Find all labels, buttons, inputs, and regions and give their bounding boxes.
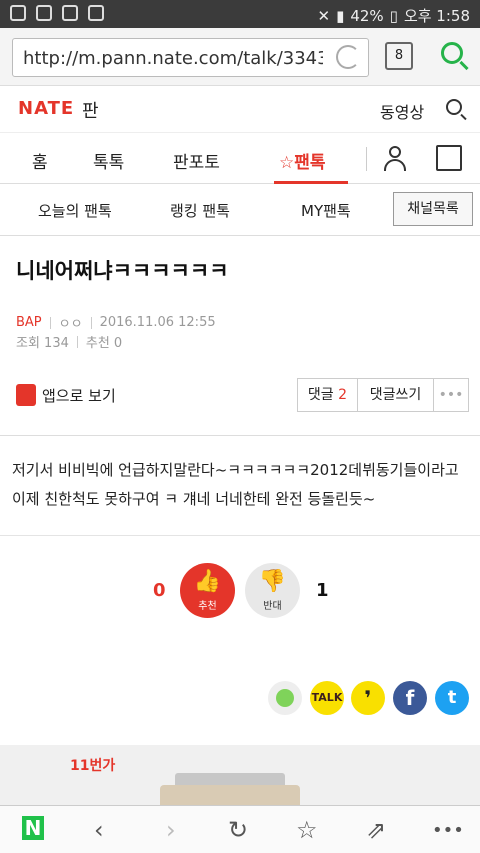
ad-banner[interactable]: 11번가 xyxy=(0,745,480,805)
divider xyxy=(76,335,78,348)
divider xyxy=(366,147,367,171)
browser-toolbar: http://m.pann.nate.com/talk/3343... 8 xyxy=(0,28,480,86)
like-button[interactable]: 👍 추천 xyxy=(180,563,235,618)
post-title: 니네어쩌냐ㅋㅋㅋㅋㅋㅋ xyxy=(16,259,229,283)
share-facebook-icon[interactable]: f xyxy=(393,681,427,715)
site-header: NATE 판 동영상 xyxy=(0,86,480,132)
comments-label: 댓글 xyxy=(307,387,334,403)
divider xyxy=(0,535,480,536)
tab-fantalk[interactable]: ☆팬톡 xyxy=(279,148,326,173)
clock: 오후 1:58 xyxy=(403,7,470,25)
recommend-count: 추천 0 xyxy=(85,336,123,351)
notification-icon xyxy=(10,5,26,21)
refresh-icon[interactable]: ↻ xyxy=(228,816,248,844)
tabs-button[interactable]: 8 xyxy=(385,42,413,70)
share-twitter-icon[interactable]: t xyxy=(435,681,469,715)
reload-icon[interactable] xyxy=(336,45,360,69)
dislike-count: 1 xyxy=(316,580,329,601)
main-nav: 홈 톡톡 판포토 ☆팬톡 xyxy=(0,132,480,184)
forward-icon[interactable]: › xyxy=(166,816,176,844)
like-count: 0 xyxy=(153,580,166,601)
write-icon[interactable] xyxy=(436,145,462,171)
divider xyxy=(0,435,480,436)
author-sub: ㅇㅇ xyxy=(58,317,83,332)
play-icon xyxy=(36,5,52,21)
like-label: 추천 xyxy=(198,601,217,612)
address-bar[interactable]: http://m.pann.nate.com/talk/3343... xyxy=(12,38,369,77)
tab-panphoto[interactable]: 판포토 xyxy=(173,148,220,173)
tab-home[interactable]: 홈 xyxy=(32,148,48,173)
channel-list-button[interactable]: 채널목록 xyxy=(393,192,473,226)
divider xyxy=(90,316,92,329)
divider xyxy=(49,316,51,329)
menu-icon[interactable]: ••• xyxy=(432,820,464,841)
write-comment-button[interactable]: 댓글쓰기 xyxy=(358,379,434,411)
service-name[interactable]: 판 xyxy=(82,97,99,123)
search-icon[interactable] xyxy=(446,99,462,115)
mute-icon: ✕ xyxy=(317,6,331,25)
battery-level: 42% xyxy=(350,6,384,25)
thumbs-up-icon: 👍 xyxy=(193,569,222,594)
video-link[interactable]: 동영상 xyxy=(380,99,424,123)
post-stats: 조회 134 추천 0 xyxy=(16,332,122,351)
subnav-ranking[interactable]: 랭킹 팬톡 xyxy=(170,200,230,221)
browser-bottom-bar: N ‹ › ↻ ☆ ⇗ ••• xyxy=(0,805,480,853)
share-icon[interactable]: ⇗ xyxy=(366,816,386,844)
naver-home-icon[interactable]: N xyxy=(22,816,44,840)
sub-nav: 오늘의 팬톡 랭킹 팬톡 MY팬톡 채널목록 xyxy=(0,184,480,236)
post-date: 2016.11.06 12:55 xyxy=(99,315,216,330)
comments-count: 2 xyxy=(338,387,348,403)
ad-image xyxy=(160,785,300,805)
search-icon[interactable] xyxy=(441,42,463,64)
signal-icon: ▮ xyxy=(336,6,345,25)
dislike-label: 반대 xyxy=(263,601,282,612)
share-kakaotalk-icon[interactable]: TALK xyxy=(310,681,344,715)
status-bar: ✕ ▮ 42% ▯ 오후 1:58 xyxy=(0,0,480,28)
share-line-icon[interactable] xyxy=(268,681,302,715)
subnav-today[interactable]: 오늘의 팬톡 xyxy=(38,200,112,221)
thumbs-down-icon: 👎 xyxy=(258,569,287,594)
comments-button[interactable]: 댓글 2 xyxy=(298,379,358,411)
dislike-button[interactable]: 👎 반대 xyxy=(245,563,300,618)
tab-toktok[interactable]: 톡톡 xyxy=(93,148,124,173)
share-kakaostory-icon[interactable]: ❜ xyxy=(351,681,385,715)
battery-icon: ▯ xyxy=(389,6,398,25)
nate-logo[interactable]: NATE xyxy=(18,98,74,119)
post-meta: BAP ㅇㅇ 2016.11.06 12:55 xyxy=(16,313,216,332)
user-icon[interactable] xyxy=(384,146,406,172)
back-icon[interactable]: ‹ xyxy=(94,816,104,844)
image-icon xyxy=(88,5,104,21)
pann-app-icon xyxy=(16,384,36,406)
comment-actions: 댓글 2 댓글쓰기 ••• xyxy=(297,378,469,412)
post-body: 저기서 비비빅에 언급하지말란다~ㅋㅋㅋㅋㅋㅋ2012데뷔동기들이라고 이제 친… xyxy=(12,461,459,508)
view-count: 조회 134 xyxy=(16,336,69,351)
app-view-link[interactable]: 앱으로 보기 xyxy=(16,384,116,406)
app-view-label: 앱으로 보기 xyxy=(42,386,116,405)
author[interactable]: BAP xyxy=(16,315,42,330)
url-text: http://m.pann.nate.com/talk/3343... xyxy=(23,48,323,69)
bookmark-icon[interactable]: ☆ xyxy=(296,816,318,844)
subnav-my[interactable]: MY팬톡 xyxy=(301,200,351,221)
device-icon xyxy=(62,5,78,21)
more-button[interactable]: ••• xyxy=(434,379,468,411)
ad-label: 11번가 xyxy=(70,758,116,774)
